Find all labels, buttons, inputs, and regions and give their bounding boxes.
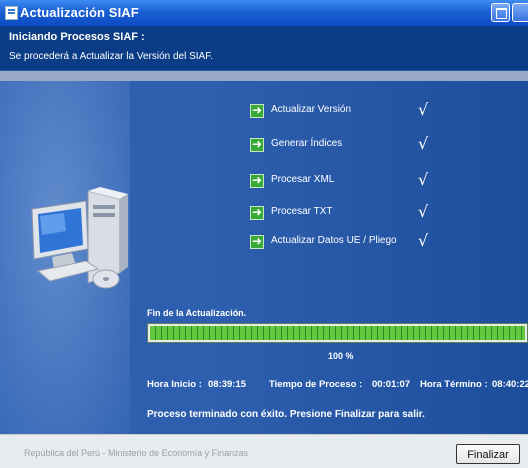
completion-message: Proceso terminado con éxito. Presione Fi… bbox=[147, 409, 425, 420]
progress-bar bbox=[147, 323, 528, 343]
check-icon: √ bbox=[418, 100, 429, 119]
update-window: Actualización SIAF Iniciando Procesos SI… bbox=[0, 0, 528, 468]
duration-value: 00:01:07 bbox=[372, 379, 411, 390]
start-time-value: 08:39:15 bbox=[208, 379, 247, 390]
step-actualizar-version: Actualizar Versión √ bbox=[250, 100, 490, 120]
header-title: Iniciando Procesos SIAF : bbox=[9, 31, 145, 43]
step-procesar-xml: Procesar XML √ bbox=[250, 170, 490, 190]
end-time-value: 08:40:22 bbox=[492, 379, 528, 390]
footer-bar: República del Perú - Ministerio de Econo… bbox=[0, 434, 528, 468]
header-panel: Iniciando Procesos SIAF : Se procederá a… bbox=[0, 26, 528, 70]
step-label: Actualizar Datos UE / Pliego bbox=[271, 235, 397, 246]
step-label: Procesar TXT bbox=[271, 206, 333, 217]
step-label: Generar Índices bbox=[271, 138, 343, 149]
check-icon: √ bbox=[418, 202, 429, 221]
duration-label: Tiempo de Proceso : bbox=[269, 379, 363, 390]
end-time-label: Hora Término : bbox=[420, 379, 488, 390]
maximize-button[interactable] bbox=[491, 3, 510, 22]
arrow-right-icon bbox=[250, 173, 264, 188]
start-time-label: Hora Inicio : bbox=[147, 379, 202, 390]
window-title: Actualización SIAF bbox=[20, 5, 139, 20]
arrow-right-icon bbox=[250, 137, 264, 152]
step-generar-indices: Generar Índices √ bbox=[250, 134, 490, 154]
header-divider bbox=[0, 71, 528, 81]
step-procesar-txt: Procesar TXT √ bbox=[250, 202, 490, 222]
finalize-button[interactable]: Finalizar bbox=[456, 444, 520, 464]
computer-icon bbox=[31, 187, 128, 289]
check-icon: √ bbox=[418, 134, 429, 153]
app-icon bbox=[5, 6, 18, 20]
arrow-right-icon bbox=[250, 103, 264, 118]
title-bar[interactable]: Actualización SIAF bbox=[0, 0, 528, 26]
step-actualizar-datos: Actualizar Datos UE / Pliego √ bbox=[250, 231, 490, 251]
progress-label: Fin de la Actualización. bbox=[147, 308, 247, 318]
step-label: Procesar XML bbox=[271, 174, 335, 185]
check-icon: √ bbox=[418, 231, 429, 250]
arrow-right-icon bbox=[250, 234, 264, 249]
arrow-right-icon bbox=[250, 205, 264, 220]
progress-percent: 100 % bbox=[328, 351, 354, 361]
progress-fill bbox=[150, 326, 525, 340]
close-button[interactable] bbox=[512, 3, 528, 22]
check-icon: √ bbox=[418, 170, 429, 189]
footer-text: República del Perú - Ministerio de Econo… bbox=[24, 448, 249, 458]
step-label: Actualizar Versión bbox=[271, 104, 352, 115]
header-subtitle: Se procederá a Actualizar la Versión del… bbox=[9, 51, 214, 62]
